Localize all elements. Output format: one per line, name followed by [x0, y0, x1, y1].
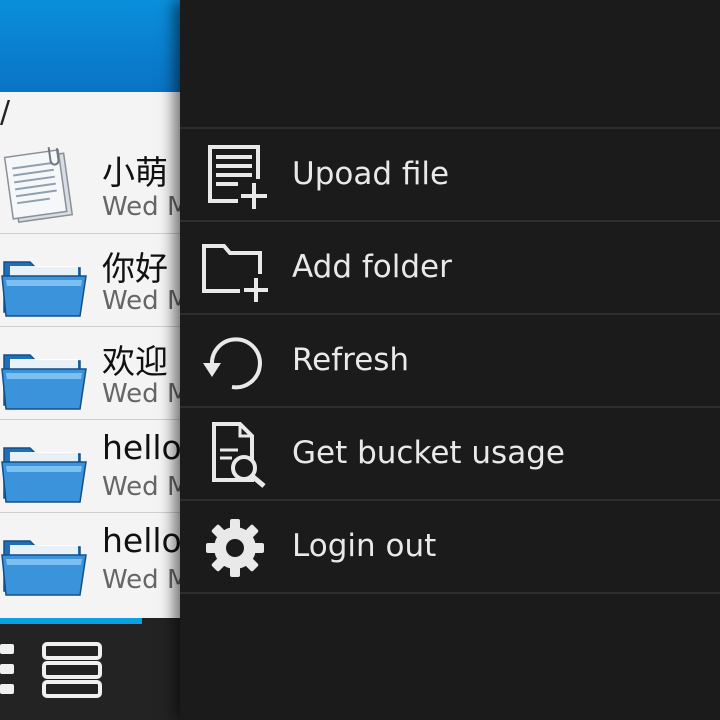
app-header — [0, 0, 180, 92]
list-view-icon[interactable] — [0, 642, 20, 698]
path-bar: / — [0, 92, 180, 134]
refresh-icon — [203, 337, 262, 390]
overflow-action-menu: Upoad file Add folder Refresh Get bucket… — [180, 0, 720, 720]
search-document-icon — [212, 422, 266, 488]
menu-item-label: Refresh — [292, 342, 410, 378]
file-date: Wed M — [102, 565, 180, 595]
file-name: 你好 — [102, 249, 168, 288]
gear-icon — [206, 519, 264, 577]
menu-list: Upoad file Add folder Refresh Get bucket… — [180, 127, 720, 594]
file-name: hello — [102, 428, 180, 467]
file-date: Wed M — [102, 286, 180, 316]
list-item[interactable]: hello Wed M — [0, 420, 180, 513]
upload-file-icon — [208, 145, 268, 209]
menu-item-label: Upoad file — [292, 156, 450, 192]
list-item[interactable]: 欢迎 Wed M — [0, 327, 180, 420]
file-date: Wed M — [102, 192, 180, 222]
file-name: hello — [102, 521, 180, 560]
add-folder-icon — [202, 244, 268, 302]
document-icon — [3, 147, 74, 223]
folder-icon — [1, 261, 87, 317]
file-name: 小萌 — [102, 153, 168, 192]
menu-item-upload-file[interactable]: Upoad file — [180, 129, 720, 222]
menu-item-refresh[interactable]: Refresh — [180, 315, 720, 408]
menu-item-add-folder[interactable]: Add folder — [180, 222, 720, 315]
folder-icon — [1, 447, 87, 503]
list-item[interactable]: hello Wed M — [0, 513, 180, 606]
stack-view-icon[interactable] — [42, 642, 102, 698]
list-filler — [0, 600, 180, 618]
list-item[interactable]: 小萌 Wed M — [0, 134, 180, 234]
folder-icon — [1, 354, 87, 410]
file-browser-app: / 小萌 Wed M 你好 Wed M 欢迎 Wed M hello Wed M… — [0, 0, 180, 720]
file-date: Wed M — [102, 472, 180, 502]
menu-item-label: Get bucket usage — [292, 435, 565, 471]
menu-item-get-bucket-usage[interactable]: Get bucket usage — [180, 408, 720, 501]
menu-item-label: Add folder — [292, 249, 452, 285]
file-date: Wed M — [102, 379, 180, 409]
menu-item-login-out[interactable]: Login out — [180, 501, 720, 594]
bottom-action-bar — [0, 618, 180, 720]
folder-icon — [1, 540, 87, 596]
list-item[interactable]: 你好 Wed M — [0, 234, 180, 327]
active-tab-indicator — [0, 618, 142, 624]
menu-item-label: Login out — [292, 528, 437, 564]
current-path: / — [0, 95, 11, 130]
file-name: 欢迎 — [102, 342, 168, 381]
file-list: 小萌 Wed M 你好 Wed M 欢迎 Wed M hello Wed M h… — [0, 134, 180, 606]
